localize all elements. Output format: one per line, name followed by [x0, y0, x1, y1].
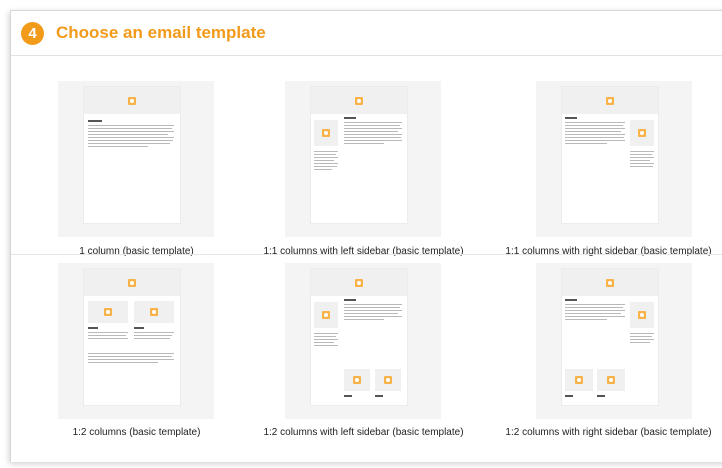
image-placeholder — [630, 120, 654, 146]
image-placeholder — [314, 120, 338, 146]
template-preview — [83, 268, 181, 406]
template-preview — [83, 86, 181, 224]
image-placeholder-icon — [355, 278, 363, 287]
image-placeholder — [314, 302, 338, 328]
image-placeholder-icon — [638, 129, 646, 137]
template-preview — [561, 268, 659, 406]
template-label[interactable]: 1:2 columns with left sidebar (basic tem… — [251, 427, 476, 438]
template-row: 1:2 columns (basic template) 1:2 columns… — [11, 254, 722, 453]
image-placeholder — [134, 301, 174, 323]
image-placeholder — [562, 87, 658, 114]
template-thumbnail[interactable] — [285, 81, 441, 237]
image-placeholder-icon — [638, 311, 646, 319]
template-thumbnail[interactable] — [58, 263, 214, 419]
image-placeholder-icon — [355, 96, 363, 105]
template-card-right-sidebar[interactable]: 1:1 columns with right sidebar (basic te… — [496, 56, 721, 257]
image-placeholder — [84, 87, 180, 114]
template-card-1-2-right-sidebar[interactable]: 1:2 columns with right sidebar (basic te… — [496, 255, 721, 453]
image-placeholder — [565, 369, 593, 391]
image-placeholder — [344, 369, 370, 391]
template-grid: 1 column (basic template) 1:1 columns wi… — [11, 56, 722, 453]
template-thumbnail[interactable] — [536, 81, 692, 237]
template-card-1-2-columns[interactable]: 1:2 columns (basic template) — [24, 255, 249, 453]
section-title: Choose an email template — [56, 23, 266, 42]
image-placeholder-icon — [353, 376, 361, 384]
image-placeholder-icon — [322, 311, 330, 319]
template-row: 1 column (basic template) 1:1 columns wi… — [11, 56, 722, 257]
template-thumbnail[interactable] — [285, 263, 441, 419]
image-placeholder-icon — [384, 376, 392, 384]
template-card-1-column[interactable]: 1 column (basic template) — [24, 56, 249, 257]
section-header: 4 Choose an email template — [11, 11, 722, 56]
template-card-1-2-left-sidebar[interactable]: 1:2 columns with left sidebar (basic tem… — [251, 255, 476, 453]
image-placeholder-icon — [128, 278, 136, 287]
image-placeholder-icon — [322, 129, 330, 137]
step-number-badge: 4 — [21, 21, 44, 45]
image-placeholder — [84, 269, 180, 296]
template-thumbnail[interactable] — [58, 81, 214, 237]
template-label[interactable]: 1:2 columns (basic template) — [24, 427, 249, 438]
template-preview — [310, 86, 408, 224]
template-preview — [310, 268, 408, 406]
template-thumbnail[interactable] — [536, 263, 692, 419]
image-placeholder — [630, 302, 654, 328]
template-label[interactable]: 1:2 columns with right sidebar (basic te… — [496, 427, 721, 438]
image-placeholder — [88, 301, 128, 323]
image-placeholder — [562, 269, 658, 296]
image-placeholder-icon — [606, 278, 614, 287]
image-placeholder-icon — [104, 308, 112, 316]
image-placeholder-icon — [575, 376, 583, 384]
template-card-left-sidebar[interactable]: 1:1 columns with left sidebar (basic tem… — [251, 56, 476, 257]
image-placeholder — [375, 369, 401, 391]
template-preview — [561, 86, 659, 224]
image-placeholder-icon — [607, 376, 615, 384]
image-placeholder — [311, 269, 407, 296]
image-placeholder-icon — [150, 308, 158, 316]
image-placeholder — [311, 87, 407, 114]
image-placeholder — [597, 369, 625, 391]
image-placeholder-icon — [606, 96, 614, 105]
email-template-panel: 4 Choose an email template 1 column (bas… — [10, 10, 722, 462]
image-placeholder-icon — [128, 96, 136, 105]
